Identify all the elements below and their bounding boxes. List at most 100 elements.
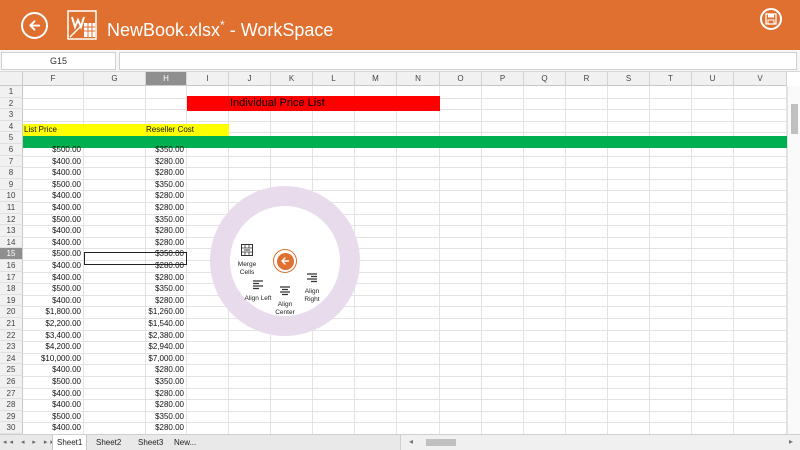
row-header-5[interactable]: 5: [0, 132, 23, 144]
list-price-cell[interactable]: $400.00: [23, 202, 84, 214]
reseller-cost-cell[interactable]: $280.00: [146, 190, 187, 202]
row-header-12[interactable]: 12: [0, 213, 23, 226]
row-header-10[interactable]: 10: [0, 190, 23, 202]
row-header-17[interactable]: 17: [0, 271, 23, 284]
align-right-button[interactable]: Align Right: [292, 270, 332, 304]
row-header-18[interactable]: 18: [0, 283, 23, 295]
reseller-cost-cell[interactable]: $280.00: [146, 422, 187, 434]
column-header-n[interactable]: N: [397, 72, 440, 86]
selected-cell[interactable]: [84, 252, 187, 265]
spreadsheet-grid[interactable]: FGHIJKLMNOPQRSTUV 1 2 3 4 5 6 7 8 9 10 11 12 13 14 15 1…: [0, 72, 800, 434]
reseller-cost-cell[interactable]: $280.00: [146, 225, 187, 237]
reseller-cost-cell[interactable]: $2,380.00: [146, 330, 187, 342]
row-header-14[interactable]: 14: [0, 236, 23, 249]
save-button[interactable]: [760, 8, 782, 30]
reseller-cost-cell[interactable]: $280.00: [146, 364, 187, 376]
reseller-cost-cell[interactable]: $350.00: [146, 411, 187, 423]
reseller-cost-cell[interactable]: $350.00: [146, 214, 187, 226]
reseller-cost-cell[interactable]: $280.00: [146, 399, 187, 411]
column-header-m[interactable]: M: [355, 72, 397, 86]
row-header-26[interactable]: 26: [0, 376, 23, 388]
column-header-o[interactable]: O: [440, 72, 482, 86]
list-price-cell[interactable]: $400.00: [23, 422, 84, 434]
row-header-29[interactable]: 29: [0, 410, 23, 423]
sheet-tab-3[interactable]: Sheet3: [134, 435, 167, 450]
row-header-28[interactable]: 28: [0, 399, 23, 411]
row-header-16[interactable]: 16: [0, 260, 23, 272]
row-header-7[interactable]: 7: [0, 155, 23, 168]
sheet-tab-2[interactable]: Sheet2: [92, 435, 125, 450]
list-price-cell[interactable]: $500.00: [23, 411, 84, 423]
list-price-cell[interactable]: $500.00: [23, 248, 84, 260]
row-header-22[interactable]: 22: [0, 329, 23, 342]
list-price-cell[interactable]: $500.00: [23, 144, 84, 156]
column-header-q[interactable]: Q: [524, 72, 566, 86]
back-button[interactable]: [21, 12, 48, 39]
column-header-f[interactable]: F: [23, 72, 84, 86]
row-header-11[interactable]: 11: [0, 202, 23, 214]
list-price-cell[interactable]: $500.00: [23, 214, 84, 226]
list-price-cell[interactable]: $400.00: [23, 260, 84, 272]
row-header-19[interactable]: 19: [0, 294, 23, 307]
row-header-27[interactable]: 27: [0, 387, 23, 400]
list-price-cell[interactable]: $400.00: [23, 156, 84, 168]
column-header-s[interactable]: S: [608, 72, 650, 86]
row-header-4[interactable]: 4: [0, 120, 23, 133]
reseller-cost-cell[interactable]: $7,000.00: [146, 353, 187, 365]
row-header-1[interactable]: 1: [0, 86, 23, 98]
merge-cells-button[interactable]: Merge Cells: [227, 243, 267, 277]
list-price-cell[interactable]: $500.00: [23, 179, 84, 191]
vertical-scroll-thumb[interactable]: [791, 104, 798, 134]
column-header-l[interactable]: L: [313, 72, 355, 86]
list-price-cell[interactable]: $400.00: [23, 388, 84, 400]
select-all-corner[interactable]: [0, 72, 23, 86]
reseller-cost-cell[interactable]: $350.00: [146, 283, 187, 295]
list-price-cell[interactable]: $3,400.00: [23, 330, 84, 342]
reseller-cost-cell[interactable]: $280.00: [146, 388, 187, 400]
list-price-cell[interactable]: $400.00: [23, 364, 84, 376]
list-price-cell[interactable]: $400.00: [23, 167, 84, 179]
list-price-cell[interactable]: $2,200.00: [23, 318, 84, 330]
list-price-cell[interactable]: $400.00: [23, 272, 84, 284]
reseller-cost-cell[interactable]: $1,540.00: [146, 318, 187, 330]
column-header-h[interactable]: H: [146, 72, 187, 86]
sheet-tab-1[interactable]: Sheet1: [52, 435, 88, 450]
reseller-cost-cell[interactable]: $2,940.00: [146, 341, 187, 353]
horizontal-scroll-thumb[interactable]: [426, 439, 456, 446]
list-price-cell[interactable]: $10,000.00: [23, 353, 84, 365]
list-price-cell[interactable]: $400.00: [23, 399, 84, 411]
row-header-9[interactable]: 9: [0, 178, 23, 191]
reseller-cost-cell[interactable]: $280.00: [146, 237, 187, 249]
reseller-cost-cell[interactable]: $280.00: [146, 156, 187, 168]
row-header-30[interactable]: 30: [0, 422, 23, 434]
row-header-23[interactable]: 23: [0, 341, 23, 353]
separator-band[interactable]: [23, 136, 787, 148]
row-header-21[interactable]: 21: [0, 318, 23, 330]
row-header-13[interactable]: 13: [0, 225, 23, 237]
list-price-cell[interactable]: $500.00: [23, 376, 84, 388]
list-price-cell[interactable]: $1,800.00: [23, 306, 84, 318]
column-header-u[interactable]: U: [692, 72, 734, 86]
column-header-t[interactable]: T: [650, 72, 692, 86]
list-price-cell[interactable]: $400.00: [23, 190, 84, 202]
vertical-scrollbar[interactable]: [787, 86, 800, 434]
row-header-2[interactable]: 2: [0, 97, 23, 110]
column-header-p[interactable]: P: [482, 72, 524, 86]
sheet-tab-4[interactable]: New...: [170, 435, 200, 450]
scroll-left-icon[interactable]: ◂: [409, 437, 413, 446]
column-header-k[interactable]: K: [271, 72, 313, 86]
list-price-header[interactable]: List Price: [24, 124, 57, 136]
reseller-cost-cell[interactable]: $280.00: [146, 272, 187, 284]
name-box[interactable]: G15: [1, 52, 116, 70]
list-price-cell[interactable]: $400.00: [23, 295, 84, 307]
column-header-i[interactable]: I: [187, 72, 229, 86]
reseller-cost-cell[interactable]: $1,260.00: [146, 306, 187, 318]
column-header-v[interactable]: V: [734, 72, 787, 86]
reseller-cost-cell[interactable]: $280.00: [146, 202, 187, 214]
row-header-24[interactable]: 24: [0, 352, 23, 365]
list-price-cell[interactable]: $4,200.00: [23, 341, 84, 353]
reseller-cost-cell[interactable]: $350.00: [146, 376, 187, 388]
reseller-cost-cell[interactable]: $280.00: [146, 295, 187, 307]
column-header-j[interactable]: J: [229, 72, 271, 86]
formula-input[interactable]: [119, 52, 797, 70]
